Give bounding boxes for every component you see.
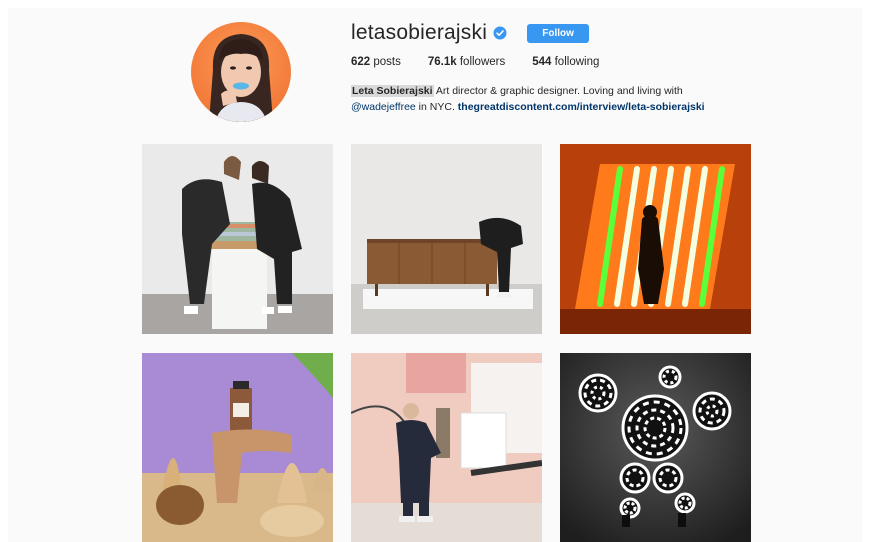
post-tile-1[interactable]	[142, 144, 333, 334]
profile-avatar[interactable]	[191, 22, 291, 122]
post-tile-2[interactable]	[351, 144, 542, 334]
full-name: Leta Sobierajski	[351, 85, 434, 97]
followers-label: followers	[456, 56, 506, 68]
followers-stat[interactable]: 76.1k followers	[428, 56, 505, 68]
following-stat[interactable]: 544 following	[532, 56, 599, 68]
verified-badge-icon	[493, 26, 507, 40]
follow-button[interactable]: Follow	[527, 23, 590, 43]
username-row: letasobierajski Follow	[351, 18, 590, 48]
website-link[interactable]: thegreatdiscontent.com/interview/leta-so…	[458, 101, 705, 113]
followers-count: 76.1k	[427, 56, 457, 68]
post-tile-6[interactable]	[560, 353, 751, 542]
profile-page: letasobierajski Follow 622 posts 76.1k f…	[8, 8, 862, 542]
username: letasobierajski	[351, 21, 488, 44]
posts-stat: 622 posts	[351, 56, 401, 68]
posts-label: posts	[370, 56, 401, 68]
bio-text-1: Art director & graphic designer. Loving …	[433, 85, 683, 97]
post-tile-5[interactable]	[351, 353, 542, 542]
post-tile-3[interactable]	[560, 144, 751, 334]
following-count: 544	[532, 56, 552, 68]
following-label: following	[551, 56, 600, 68]
posts-count: 622	[351, 56, 371, 68]
profile-bio: Leta Sobierajski Art director & graphic …	[351, 83, 771, 115]
mention-link[interactable]: @wadejeffree	[351, 101, 416, 113]
profile-stats: 622 posts 76.1k followers 544 following	[351, 56, 626, 68]
bio-text-2: in NYC.	[415, 101, 458, 113]
post-tile-4[interactable]	[142, 353, 333, 542]
